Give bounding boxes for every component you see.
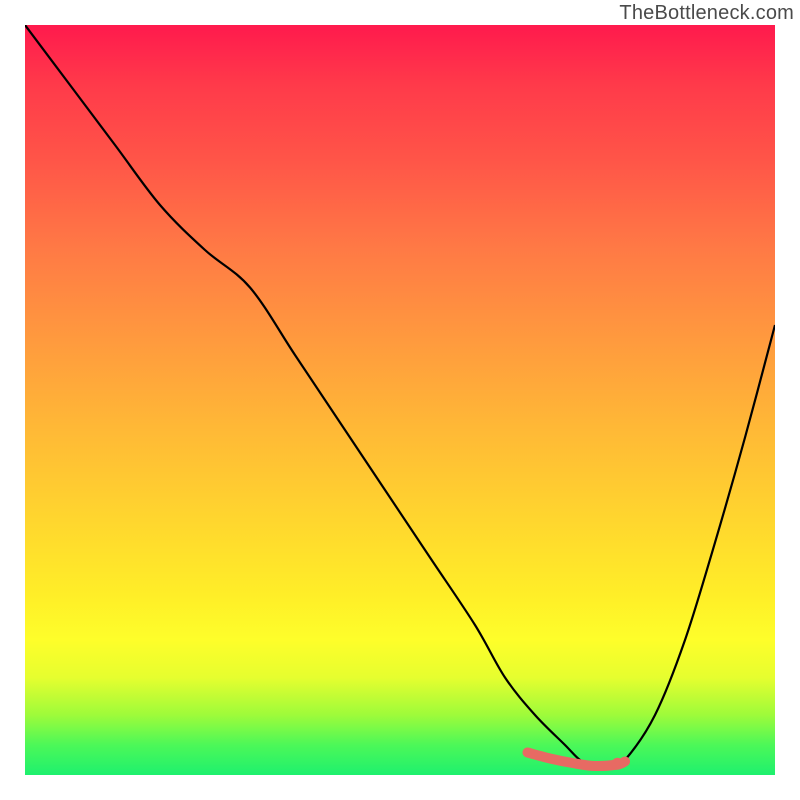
bottleneck-curve [25,25,775,768]
chart-svg [25,25,775,775]
optimal-range-highlight [528,753,626,767]
plot-area [25,25,775,775]
attribution-text: TheBottleneck.com [619,2,794,25]
local-min-marker [612,758,624,770]
chart-canvas: TheBottleneck.com [0,0,800,800]
